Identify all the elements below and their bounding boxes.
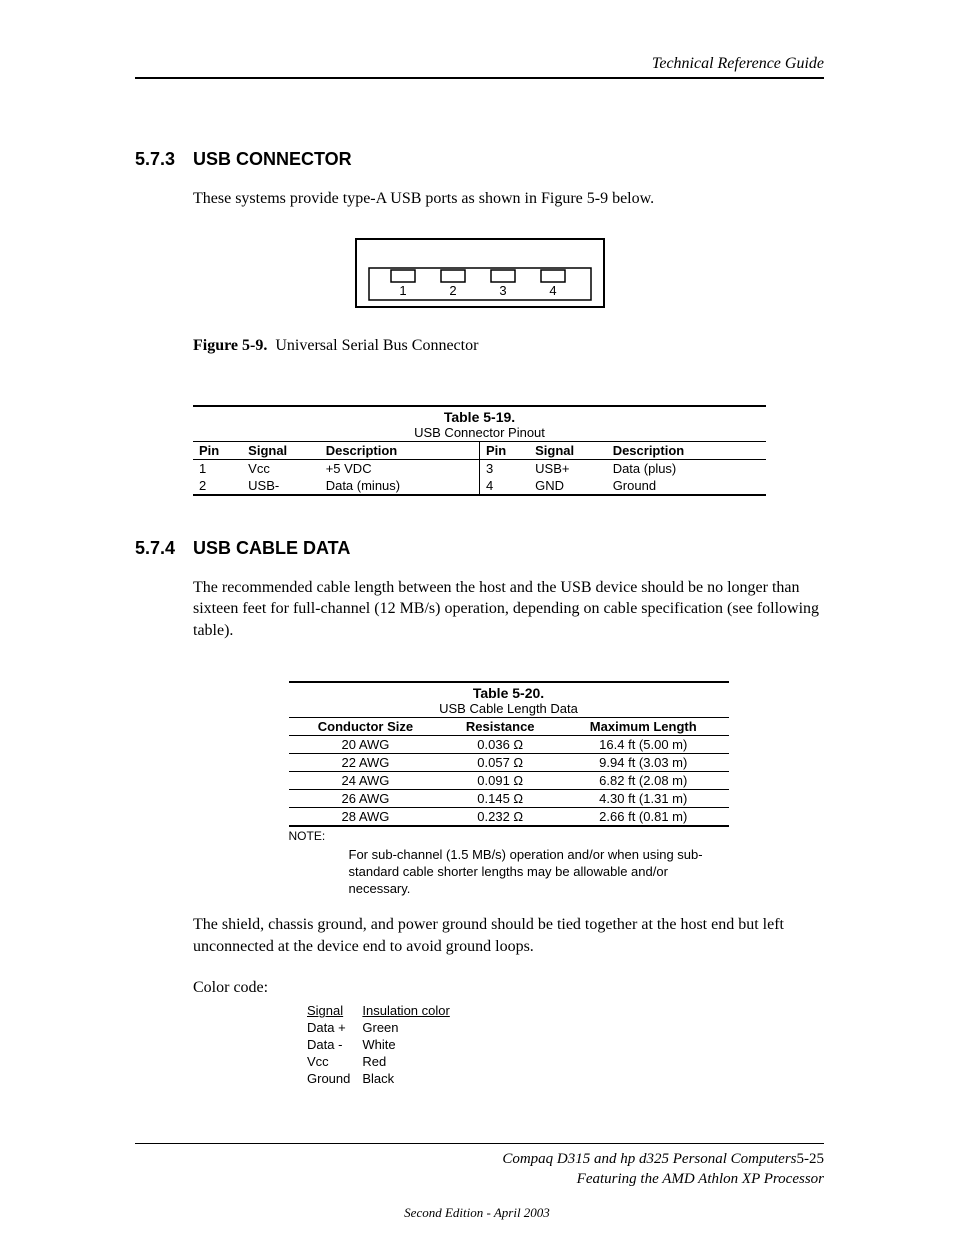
table-520: Table 5-20. USB Cable Length Data Conduc… [289,681,729,898]
th-description: Description [607,441,766,459]
edition-text: Second Edition - April 2003 [0,1205,954,1221]
header-rule [135,77,824,79]
color-code-label: Color code: [193,979,824,997]
th-signal: Signal [242,441,320,459]
footer-line2: Featuring the AMD Athlon XP Processor [577,1171,824,1187]
th-signal: Signal [529,441,607,459]
th-maxlen: Maximum Length [558,718,728,736]
page: Technical Reference Guide 5.7.3USB CONNE… [0,0,954,1235]
th-pin: Pin [193,441,242,459]
section-574-intro: The recommended cable length between the… [193,577,824,642]
th-resistance: Resistance [442,718,558,736]
table-row: GroundBlack [307,1071,460,1086]
cc-header-signal: Signal [307,1003,360,1018]
figure-59-caption: Figure 5-9. Universal Serial Bus Connect… [193,337,824,355]
footer-line1: Compaq D315 and hp d325 Personal Compute… [502,1151,796,1167]
table-519-title: USB Connector Pinout [193,425,766,440]
section-title: USB CONNECTOR [193,149,352,169]
table-row: 1 Vcc +5 VDC 3 USB+ Data (plus) [193,459,766,477]
svg-text:2: 2 [449,283,456,298]
table-row: VccRed [307,1054,460,1069]
table-520-number: Table 5-20. [289,685,729,701]
post-table-text: The shield, chassis ground, and power gr… [193,914,824,957]
note-text: For sub-channel (1.5 MB/s) operation and… [349,847,729,898]
color-code-table: SignalInsulation color Data +Green Data … [305,1001,462,1088]
usb-connector-icon: 1 2 3 4 [355,238,605,308]
table-row: 26 AWG0.145 Ω4.30 ft (1.31 m) [289,790,729,808]
table-520-title: USB Cable Length Data [289,701,729,716]
running-header: Technical Reference Guide [135,55,824,73]
table-row: 28 AWG0.232 Ω2.66 ft (0.81 m) [289,808,729,827]
table-row: 22 AWG0.057 Ω9.94 ft (3.03 m) [289,754,729,772]
table-row: 2 USB- Data (minus) 4 GND Ground [193,477,766,494]
svg-text:1: 1 [399,283,406,298]
svg-text:3: 3 [499,283,506,298]
table-519: Table 5-19. USB Connector Pinout Pin Sig… [193,405,766,496]
table-row: Data -White [307,1037,460,1052]
table-row: 24 AWG0.091 Ω6.82 ft (2.08 m) [289,772,729,790]
table-row: 20 AWG0.036 Ω16.4 ft (5.00 m) [289,736,729,754]
table-row: Data +Green [307,1020,460,1035]
page-number: 5-25 [797,1151,825,1167]
th-description: Description [320,441,480,459]
th-conductor: Conductor Size [289,718,443,736]
table-519-number: Table 5-19. [193,409,766,425]
svg-text:4: 4 [549,283,556,298]
figure-label: Figure 5-9. [193,337,267,354]
section-heading-574: 5.7.4USB CABLE DATA [135,538,824,559]
figure-usb-connector: 1 2 3 4 [135,238,824,313]
page-footer: Compaq D315 and hp d325 Personal Compute… [135,1143,824,1189]
th-pin: Pin [479,441,529,459]
section-heading-573: 5.7.3USB CONNECTOR [135,149,824,170]
section-number: 5.7.3 [135,149,193,170]
figure-caption-text: Universal Serial Bus Connector [275,337,478,354]
cc-header-color: Insulation color [362,1003,459,1018]
section-number: 5.7.4 [135,538,193,559]
section-573-intro: These systems provide type-A USB ports a… [193,188,824,210]
section-title: USB CABLE DATA [193,538,350,558]
note-label: NOTE: [289,829,729,843]
